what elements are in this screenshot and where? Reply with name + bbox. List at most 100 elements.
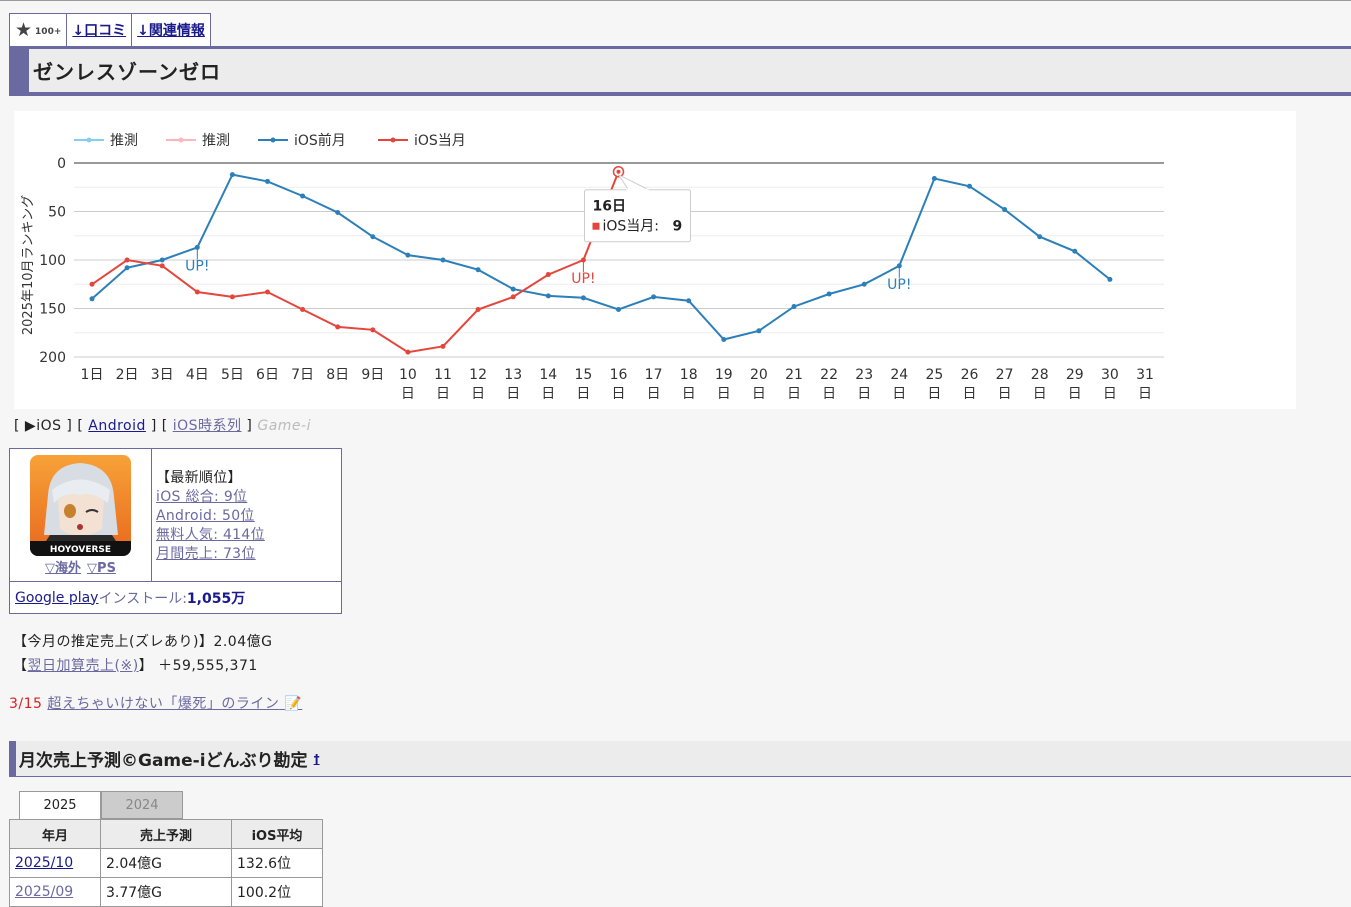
page-title: ゼンレスゾーンゼロ (29, 49, 1351, 92)
data-point (1072, 248, 1078, 254)
col-header-ios-avg: iOS平均 (231, 819, 323, 849)
ranking-chart[interactable]: 0 50 100 150 200 2025年10月ランキング 1日 2日 3日 4日 5日 6日 7日 8… (14, 111, 1296, 409)
related-info-link[interactable]: ↓関連情報 (137, 20, 205, 40)
install-count: 1,055万 (186, 590, 246, 607)
x-tick-label-suffix: 日 (998, 386, 1012, 402)
y-tick-label: 100 (39, 253, 66, 269)
x-tick-label-suffix: 日 (576, 386, 590, 402)
x-tick-label-suffix: 日 (682, 386, 696, 402)
platform-android-link[interactable]: Android (88, 418, 146, 434)
data-point (545, 293, 551, 299)
rank-ios-link[interactable]: iOS 総合: 9位 (156, 488, 265, 507)
x-tick-label: 3日 (151, 367, 174, 383)
app-info-box: HOYOVERSE ▽海外 ▽PS 【最新順位】 iOS 総合: 9位 Andro… (9, 448, 342, 614)
data-point (686, 298, 692, 304)
data-point (967, 183, 972, 189)
death-line-text: 超えちゃいけない「爆死」のライン (47, 696, 280, 712)
app-icon-cell: HOYOVERSE ▽海外 ▽PS (10, 449, 152, 581)
data-point (475, 306, 481, 312)
x-tick-label-suffix: 日 (506, 386, 520, 402)
latest-ranks-heading: 【最新順位】 (156, 470, 242, 486)
data-point (756, 328, 762, 334)
death-line-row: 3/15 超えちゃいけない「爆死」のライン 📝 (9, 693, 302, 713)
monthly-forecast-table: 年月 売上予測 iOS平均 2025/10 2.04億G 132.6位 2025… (9, 819, 323, 907)
platform-gamei: Game-i (257, 418, 311, 434)
data-point (1107, 276, 1113, 282)
nextday-open-bracket: 【 (13, 658, 28, 674)
ios-avg-cell: 100.2位 (231, 877, 323, 907)
x-tick-label-suffix: 日 (1068, 386, 1082, 402)
table-row: 2025/09 3.77億G 100.2位 (9, 877, 323, 907)
x-tick-label-suffix: 日 (647, 386, 661, 402)
monthly-estimate-value: 2.04億G (213, 634, 273, 650)
ps-link[interactable]: ▽PS (87, 561, 116, 576)
data-point (510, 286, 516, 292)
y-tick-label: 200 (39, 350, 66, 366)
x-tick-label: 17 (645, 367, 663, 383)
review-link[interactable]: ↓口コミ (72, 20, 126, 40)
x-tick-label: 20 (750, 367, 768, 383)
google-play-link[interactable]: Google play (15, 590, 98, 606)
monthly-forecast-heading: 月次売上予測©Game-iどんぶり勘定 † (9, 741, 1351, 777)
top-border (0, 0, 1351, 1)
month-link[interactable]: 2025/09 (15, 884, 73, 900)
month-link[interactable]: 2025/10 (15, 855, 73, 871)
favorite-button[interactable]: ★ 100+ (10, 14, 68, 46)
x-tick-label: 21 (785, 367, 803, 383)
x-tick-label-suffix: 日 (401, 386, 415, 402)
data-point (405, 349, 411, 355)
x-tick-label: 18 (680, 367, 698, 383)
tab-2025[interactable]: 2025 (19, 791, 101, 819)
tooltip-pointer-cover (626, 188, 649, 192)
svg-text:HOYOVERSE: HOYOVERSE (50, 545, 111, 555)
x-tick-label: 29 (1066, 367, 1084, 383)
x-tick-label: 30 (1101, 367, 1119, 383)
data-point (89, 281, 95, 287)
rank-android-link[interactable]: Android: 50位 (156, 507, 265, 526)
legend-marker (270, 137, 276, 143)
data-point (580, 295, 586, 301)
x-tick-label: 2日 (116, 367, 139, 383)
x-tick-label-suffix: 日 (471, 386, 485, 402)
data-point (721, 337, 727, 343)
year-tabs: 2025 2024 (19, 791, 183, 819)
x-tick-label: 12 (469, 367, 487, 383)
table-row: 2025/10 2.04億G 132.6位 (9, 848, 323, 878)
nextday-estimate: 【翌日加算売上(※)】 ＋59,555,371 (13, 655, 258, 675)
x-tick-label: 22 (820, 367, 838, 383)
rank-monthly-sales-link[interactable]: 月間売上: 73位 (156, 545, 265, 564)
y-axis-label: 2025年10月ランキング (21, 195, 36, 335)
star-icon: ★ (15, 18, 33, 41)
x-tick-label: 16 (610, 367, 628, 383)
data-point (861, 281, 867, 287)
x-tick-label: 6日 (256, 367, 279, 383)
data-point (124, 265, 130, 271)
data-point (159, 257, 165, 263)
death-line-link[interactable]: 超えちゃいけない「爆死」のライン 📝 (47, 696, 302, 712)
data-point (405, 252, 411, 258)
y-tick-label: 0 (57, 156, 66, 172)
data-point (440, 343, 446, 349)
x-tick-label: 24 (890, 367, 908, 383)
up-annotation: UP! (571, 271, 595, 287)
app-icon[interactable]: HOYOVERSE (30, 455, 131, 556)
y-tick-label: 150 (39, 302, 66, 318)
nextday-sales-link[interactable]: 翌日加算売上(※) (28, 658, 139, 674)
overseas-link[interactable]: ▽海外 (45, 561, 81, 576)
x-tick-label-suffix: 日 (1138, 386, 1152, 402)
x-tick-label-suffix: 日 (1033, 386, 1047, 402)
x-tick-label: 10 (399, 367, 417, 383)
monthly-estimate-label: 【今月の推定売上(ズレあり)】 (13, 634, 214, 650)
x-tick-label: 15 (574, 367, 592, 383)
legend-item: iOS当月 (414, 133, 466, 149)
data-point (265, 289, 270, 295)
x-tick-label: 9日 (361, 367, 384, 383)
dagger-link[interactable]: † (314, 752, 320, 766)
platform-ios: ▶iOS (24, 418, 62, 434)
platform-ios-timeline-link[interactable]: iOS時系列 (173, 418, 242, 434)
tab-2024[interactable]: 2024 (101, 791, 183, 819)
rank-free-link[interactable]: 無料人気: 414位 (156, 526, 265, 545)
x-tick-label-suffix: 日 (436, 386, 450, 402)
death-line-ratio: 3/15 (9, 696, 43, 712)
data-point (265, 178, 270, 184)
